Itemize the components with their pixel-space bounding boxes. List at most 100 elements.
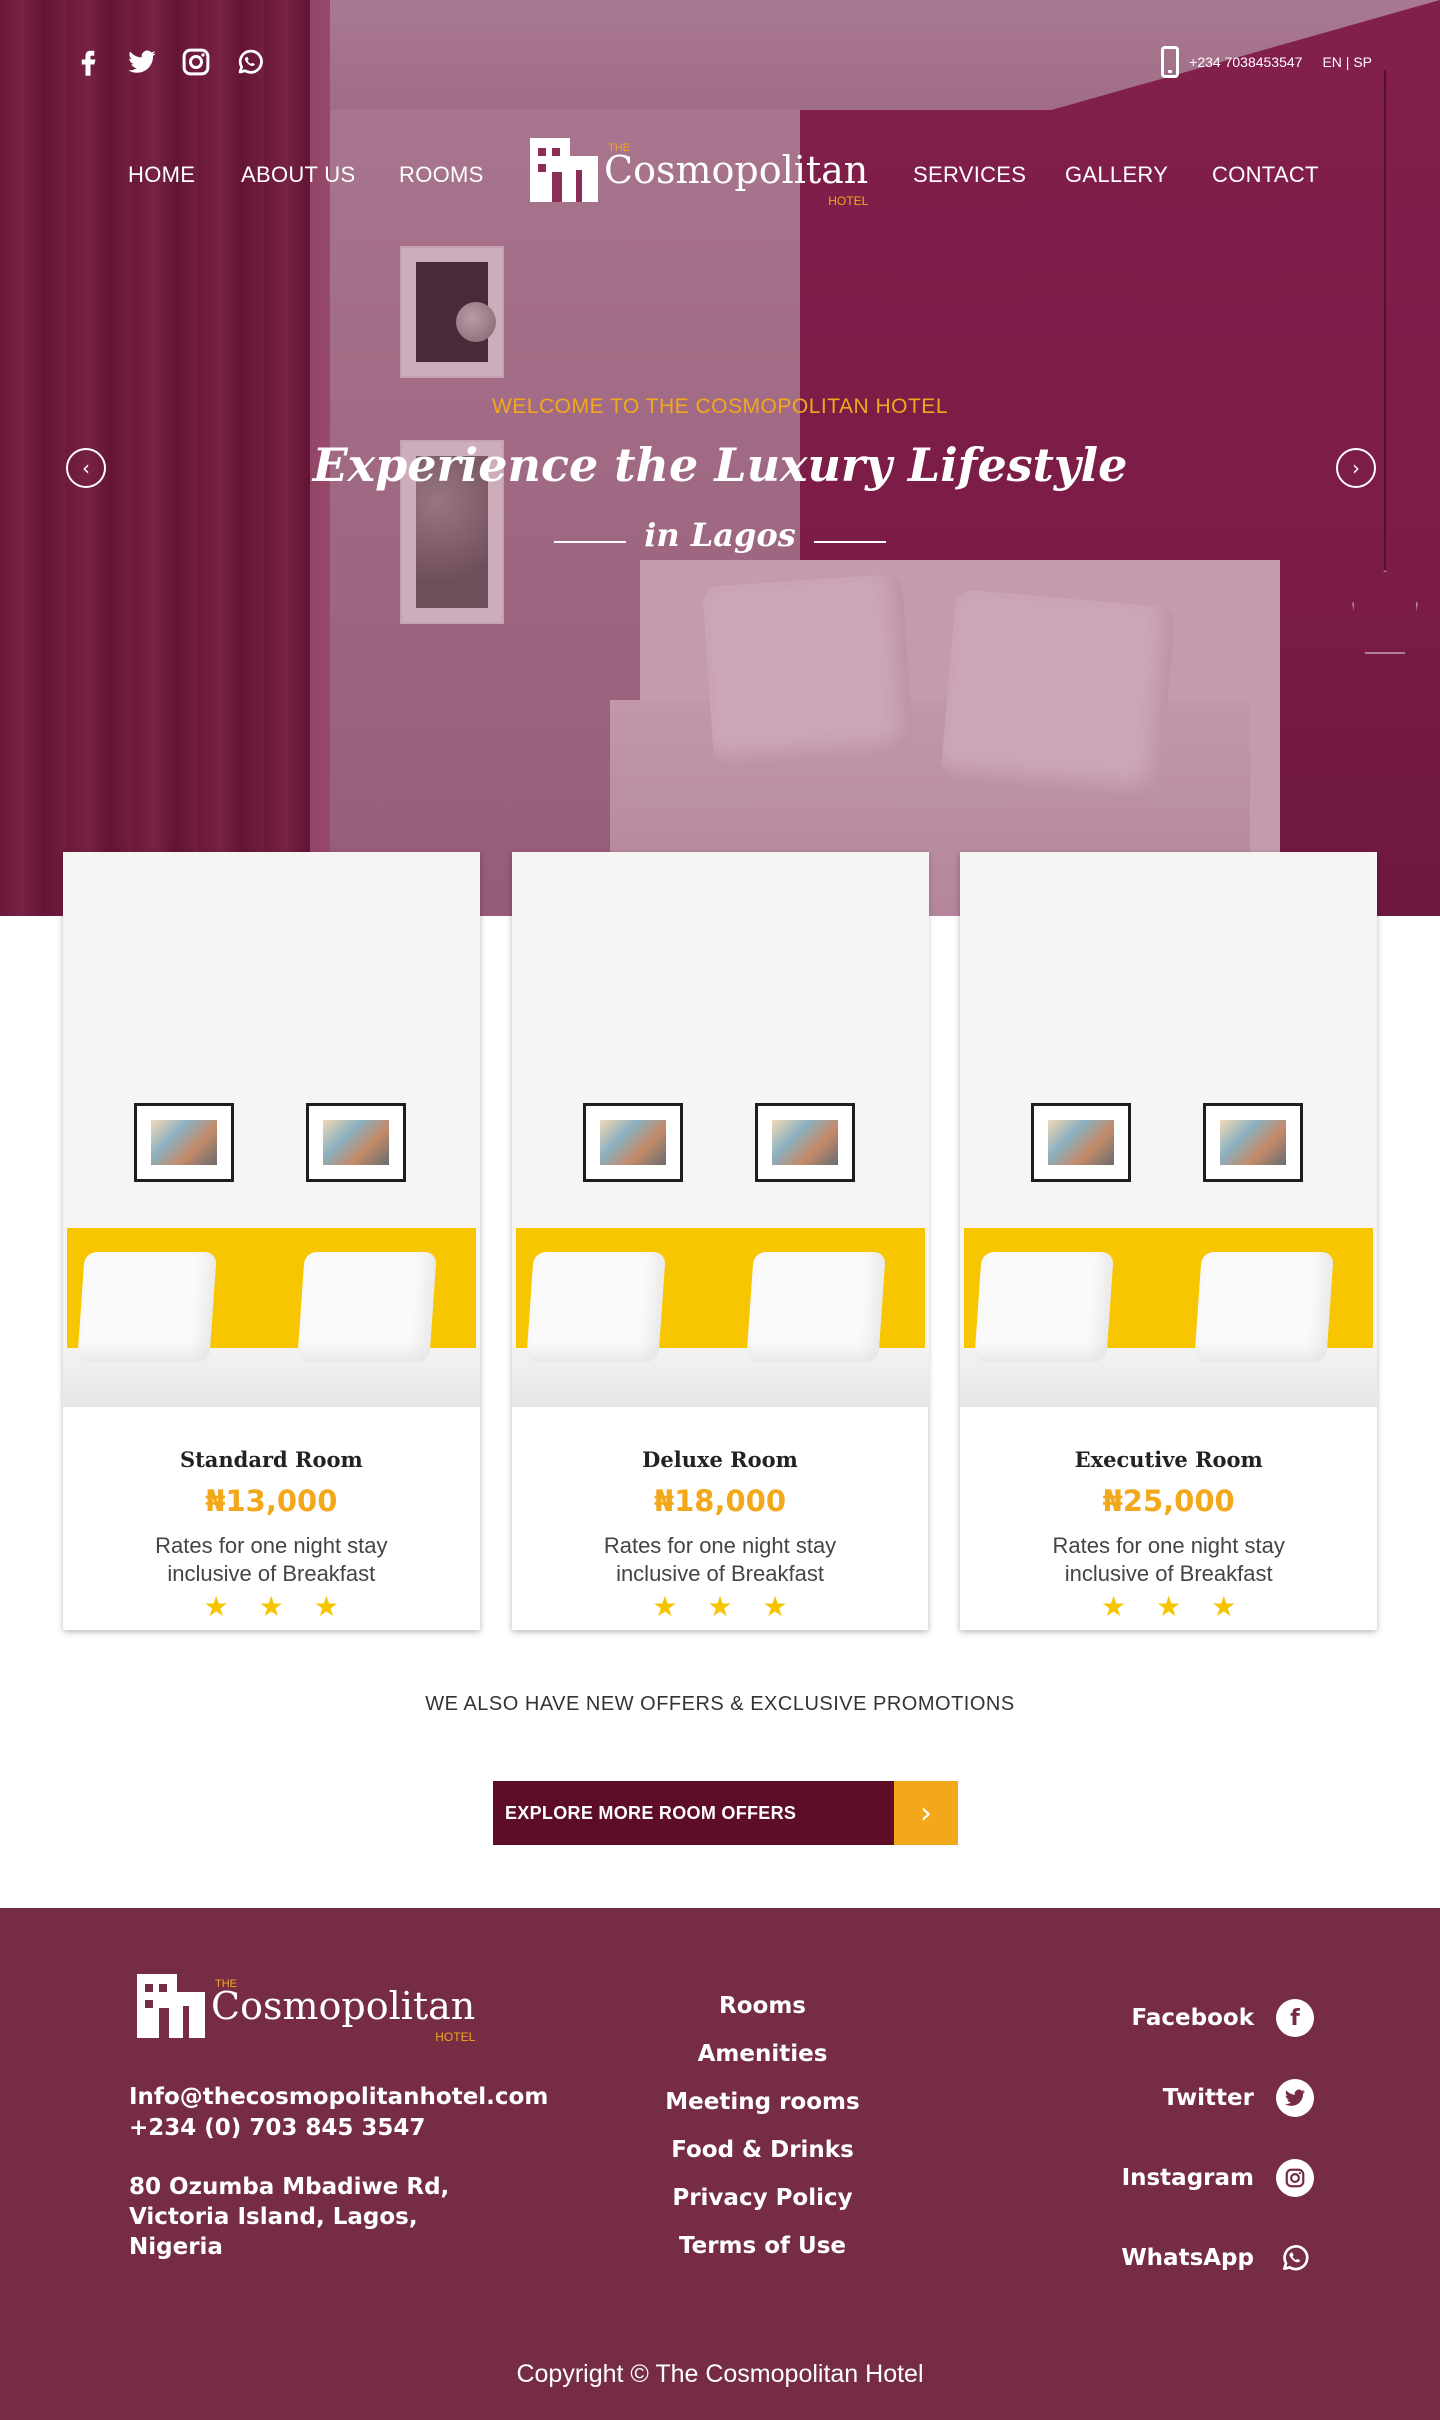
- header-phone[interactable]: +234 7038453547: [1189, 54, 1302, 70]
- room-card-executive[interactable]: Executive Room ₦25,000 Rates for one nig…: [960, 852, 1378, 1630]
- room-card-deluxe[interactable]: Deluxe Room ₦18,000 Rates for one night …: [511, 852, 929, 1630]
- room-description-line: Rates for one night stay: [1052, 1533, 1285, 1558]
- footer-phone[interactable]: +234 (0) 703 845 3547: [129, 2113, 548, 2144]
- nav-item-gallery[interactable]: GALLERY: [1065, 162, 1168, 188]
- social-label[interactable]: Instagram: [1122, 2165, 1254, 2191]
- building-logo-icon: [530, 138, 598, 202]
- nav-item-services[interactable]: SERVICES: [913, 162, 1026, 188]
- social-label[interactable]: Facebook: [1132, 2005, 1254, 2031]
- nav-item-contact[interactable]: CONTACT: [1212, 162, 1319, 188]
- site-footer: THE Cosmopolitan HOTEL Info@thecosmopoli…: [0, 1908, 1440, 2420]
- subline-rule-right: [813, 540, 886, 543]
- subline-rule-left: [554, 540, 627, 543]
- language-switcher[interactable]: EN | SP: [1322, 54, 1372, 70]
- logo-the: THE: [215, 1978, 237, 1990]
- footer-link-terms-of-use[interactable]: Terms of Use: [600, 2222, 925, 2270]
- room-price: ₦25,000: [1102, 1484, 1235, 1518]
- star-rating: ★★★: [652, 1590, 818, 1623]
- logo-hotel: HOTEL: [435, 2030, 476, 2044]
- logo-the: THE: [608, 142, 630, 154]
- facebook-icon[interactable]: [72, 46, 104, 78]
- site-logo[interactable]: THE Cosmopolitan HOTEL: [530, 138, 869, 208]
- room-description-line: Rates for one night stay: [603, 1533, 837, 1558]
- room-photo: [511, 852, 929, 1407]
- room-description: Rates for one night stay inclusive of Br…: [960, 1532, 1377, 1588]
- chevron-right-icon[interactable]: ›: [894, 1781, 958, 1845]
- hero-subline-text: in Lagos: [644, 516, 796, 554]
- twitter-icon[interactable]: [1276, 2079, 1314, 2117]
- hero-subline: in Lagos: [0, 516, 1440, 554]
- footer-contact: Info@thecosmopolitanhotel.com +234 (0) 7…: [129, 2082, 548, 2144]
- wall-picture: [582, 1103, 683, 1182]
- wall-picture: [754, 1103, 855, 1182]
- footer-social-facebook[interactable]: Facebook f: [1121, 1978, 1314, 2058]
- phone-icon: [1161, 46, 1180, 78]
- hero-headline: Experience the Luxury Lifestyle: [312, 438, 1128, 492]
- footer-link-meeting-rooms[interactable]: Meeting rooms: [600, 2078, 925, 2126]
- room-description-line: inclusive of Breakfast: [1064, 1561, 1273, 1586]
- room-price: ₦13,000: [205, 1484, 338, 1518]
- room-price: ₦18,000: [653, 1484, 787, 1518]
- room-description: Rates for one night stay inclusive of Br…: [63, 1532, 480, 1588]
- footer-link-privacy-policy[interactable]: Privacy Policy: [600, 2174, 925, 2222]
- footer-link-amenities[interactable]: Amenities: [600, 2030, 925, 2078]
- footer-link-food-drinks[interactable]: Food & Drinks: [600, 2126, 925, 2174]
- header-contact: +234 7038453547 EN | SP: [1161, 46, 1372, 78]
- nav-item-about-us[interactable]: ABOUT US: [241, 162, 355, 188]
- chevron-left-icon: ‹: [82, 456, 90, 480]
- facebook-icon[interactable]: f: [1276, 1999, 1314, 2037]
- instagram-icon[interactable]: [1276, 2159, 1314, 2197]
- footer-email[interactable]: Info@thecosmopolitanhotel.com: [129, 2082, 548, 2113]
- wall-picture: [306, 1103, 406, 1182]
- instagram-icon[interactable]: [180, 46, 212, 78]
- hero-welcome-text: WELCOME TO THE COSMOPOLITAN HOTEL: [491, 395, 948, 418]
- address-line: 80 Ozumba Mbadiwe Rd,: [129, 2174, 450, 2200]
- nav-item-home[interactable]: HOME: [128, 162, 195, 188]
- address-line: Victoria Island, Lagos,: [129, 2204, 418, 2230]
- main-navigation: HOME ABOUT US ROOMS THE Cosmopolitan HOT…: [0, 138, 1440, 208]
- footer-social-instagram[interactable]: Instagram: [1121, 2138, 1314, 2218]
- room-cards: Standard Room ₦13,000 Rates for one nigh…: [63, 852, 1378, 1630]
- slider-next-button[interactable]: ›: [1336, 448, 1376, 488]
- whatsapp-icon[interactable]: [234, 46, 266, 78]
- explore-offers-label[interactable]: EXPLORE MORE ROOM OFFERS: [493, 1781, 894, 1845]
- footer-social-links: Facebook f Twitter Instagram WhatsApp: [1121, 1978, 1314, 2298]
- footer-social-twitter[interactable]: Twitter: [1121, 2058, 1314, 2138]
- logo-hotel: HOTEL: [828, 194, 869, 208]
- room-description: Rates for one night stay inclusive of Br…: [512, 1532, 929, 1588]
- copyright-text: Copyright © The Cosmopolitan Hotel: [516, 2360, 924, 2388]
- twitter-icon[interactable]: [126, 46, 158, 78]
- room-title: Deluxe Room: [642, 1447, 798, 1472]
- room-card-standard[interactable]: Standard Room ₦13,000 Rates for one nigh…: [63, 852, 480, 1630]
- logo-name: Cosmopolitan: [211, 1984, 476, 2028]
- star-rating: ★★★: [203, 1590, 369, 1623]
- chevron-right-icon: ›: [1352, 456, 1360, 480]
- building-logo-icon: [137, 1974, 205, 2038]
- wall-picture: [1031, 1103, 1132, 1182]
- social-label[interactable]: WhatsApp: [1121, 2245, 1254, 2271]
- room-photo: [63, 852, 480, 1407]
- promo-text: WE ALSO HAVE NEW OFFERS & EXCLUSIVE PROM…: [425, 1693, 1015, 1715]
- address-line: Nigeria: [129, 2234, 223, 2260]
- hero-banner: +234 7038453547 EN | SP HOME ABOUT US RO…: [0, 0, 1440, 916]
- room-description-line: inclusive of Breakfast: [616, 1561, 824, 1586]
- footer-links: Rooms Amenities Meeting rooms Food & Dri…: [600, 1982, 925, 2270]
- footer-link-rooms[interactable]: Rooms: [600, 1982, 925, 2030]
- logo-name: Cosmopolitan: [604, 148, 869, 192]
- room-title: Standard Room: [179, 1447, 363, 1472]
- wall-picture: [134, 1103, 234, 1182]
- header-social-links: [72, 46, 266, 78]
- star-rating: ★★★: [1101, 1590, 1267, 1623]
- footer-social-whatsapp[interactable]: WhatsApp: [1121, 2218, 1314, 2298]
- wall-picture: [1203, 1103, 1304, 1182]
- whatsapp-icon[interactable]: [1276, 2239, 1314, 2277]
- room-title: Executive Room: [1074, 1447, 1263, 1472]
- footer-address: 80 Ozumba Mbadiwe Rd, Victoria Island, L…: [129, 2172, 449, 2262]
- social-label[interactable]: Twitter: [1163, 2085, 1254, 2111]
- footer-logo[interactable]: THE Cosmopolitan HOTEL: [137, 1974, 476, 2044]
- explore-offers-button[interactable]: EXPLORE MORE ROOM OFFERS ›: [493, 1781, 958, 1845]
- nav-item-rooms[interactable]: ROOMS: [399, 162, 484, 188]
- room-description-line: inclusive of Breakfast: [167, 1561, 376, 1586]
- slider-prev-button[interactable]: ‹: [66, 448, 106, 488]
- room-description-line: Rates for one night stay: [155, 1533, 388, 1558]
